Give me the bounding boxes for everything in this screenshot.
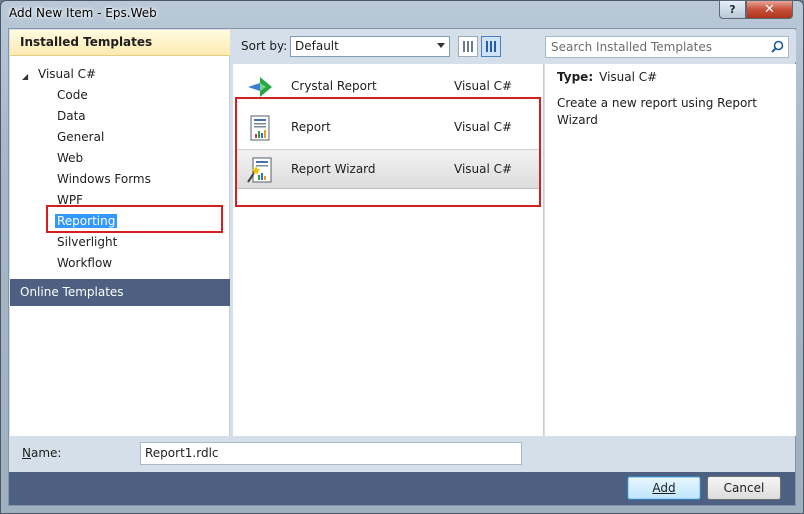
template-category-panel: Installed Templates ◢ Visual C# Code Dat… [10, 30, 230, 436]
crystal-report-icon [248, 77, 272, 97]
medium-icons-view-icon [486, 41, 497, 52]
type-label: Type: [557, 70, 594, 84]
tree-expander-icon[interactable]: ◢ [22, 72, 32, 82]
tree-item-web[interactable]: Web [57, 148, 83, 168]
chevron-down-icon [437, 43, 445, 48]
report-wizard-icon [247, 157, 272, 183]
template-item-report-wizard[interactable]: Report Wizard Visual C# [236, 149, 540, 189]
tree-item-wpf[interactable]: WPF [57, 190, 83, 210]
template-description: Create a new report using Report Wizard [557, 96, 757, 127]
search-placeholder: Search Installed Templates [551, 40, 712, 54]
name-input[interactable]: Report1.rdlc [140, 442, 522, 465]
template-language: Visual C# [454, 120, 513, 134]
template-details-panel: Type: Visual C# Create a new report using… [545, 64, 796, 436]
help-button[interactable]: ? [719, 0, 746, 19]
type-value: Visual C# [599, 70, 658, 84]
small-icons-view-button[interactable] [458, 36, 478, 57]
title-bar[interactable]: Add New Item - Eps.Web [0, 0, 804, 28]
tree-item-general[interactable]: General [57, 127, 104, 147]
tree-item-visual-csharp[interactable]: Visual C# [38, 64, 96, 84]
name-label: Name: [22, 446, 62, 460]
medium-icons-view-button[interactable] [481, 36, 501, 57]
window-title: Add New Item - Eps.Web [9, 6, 157, 20]
tree-item-workflow[interactable]: Workflow [57, 253, 112, 273]
template-type: Type: Visual C# [557, 70, 657, 84]
name-label-text: ame: [30, 446, 62, 460]
sort-by-value: Default [295, 39, 339, 53]
close-button[interactable]: ✕ [746, 0, 793, 19]
close-icon: ✕ [764, 2, 775, 17]
installed-templates-header[interactable]: Installed Templates [10, 30, 230, 56]
tree-item-reporting[interactable]: Reporting [55, 211, 118, 231]
cancel-button[interactable]: Cancel [707, 476, 781, 500]
tree-item-reporting-label: Reporting [55, 214, 118, 228]
add-button-label: Add [652, 481, 676, 495]
template-item-report[interactable]: Report Visual C# [236, 108, 540, 148]
sort-by-dropdown[interactable]: Default [290, 36, 450, 57]
tree-item-code[interactable]: Code [57, 85, 88, 105]
help-icon: ? [729, 3, 736, 16]
template-name: Crystal Report [291, 79, 377, 93]
tree-item-silverlight[interactable]: Silverlight [57, 232, 117, 252]
small-icons-view-icon [463, 41, 474, 52]
tree-item-windows-forms[interactable]: Windows Forms [57, 169, 151, 189]
tree-item-data[interactable]: Data [57, 106, 86, 126]
template-name: Report [291, 120, 331, 134]
sort-by-label: Sort by: [241, 39, 288, 53]
report-icon [250, 115, 270, 141]
cancel-button-label: Cancel [723, 481, 765, 495]
add-button[interactable]: Add [627, 476, 701, 500]
template-item-crystal-report[interactable]: Crystal Report Visual C# [236, 67, 540, 107]
template-language: Visual C# [454, 79, 513, 93]
template-language: Visual C# [454, 162, 513, 176]
search-icon[interactable] [771, 40, 784, 53]
search-installed-templates-input[interactable]: Search Installed Templates [545, 36, 789, 58]
template-list: Crystal Report Visual C# Report Visual C… [233, 64, 544, 436]
template-name: Report Wizard [291, 162, 376, 176]
online-templates-header[interactable]: Online Templates [10, 279, 230, 306]
